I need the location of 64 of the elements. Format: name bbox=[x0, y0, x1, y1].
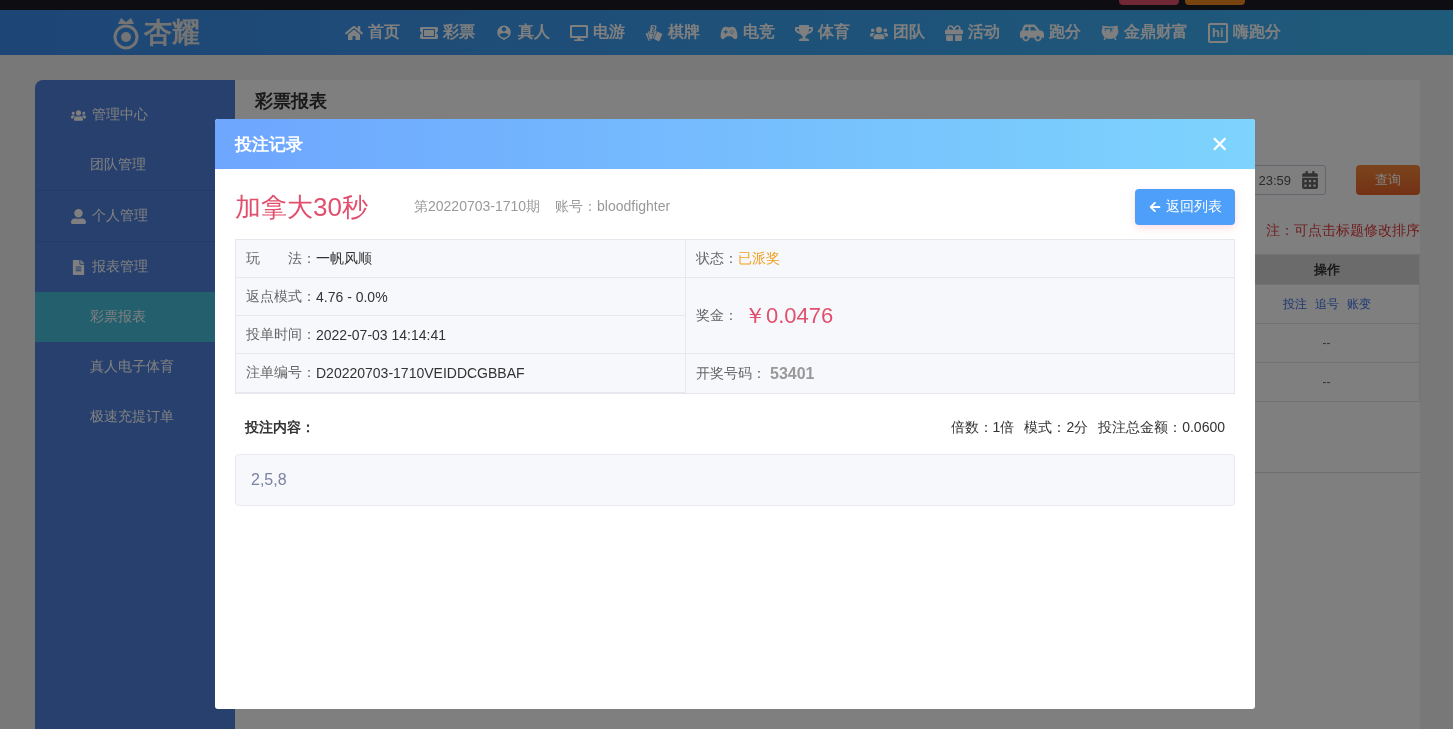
nav-item[interactable]: 真人 bbox=[495, 22, 550, 43]
table-link[interactable]: 投注 bbox=[1282, 295, 1307, 313]
close-button[interactable]: ✕ bbox=[1210, 131, 1229, 157]
query-button[interactable]: 查询 bbox=[1356, 165, 1420, 195]
sidebar-heading[interactable]: 个人管理 bbox=[92, 207, 148, 225]
period-number: 第20220703-1710期 bbox=[414, 198, 542, 216]
detail-label: 注单编号： bbox=[246, 364, 316, 382]
top-tab[interactable] bbox=[1119, 0, 1179, 5]
logo[interactable]: 杏耀 bbox=[110, 13, 345, 52]
nav-item[interactable]: 电竞 bbox=[720, 22, 775, 43]
bet-summary: 倍数：1倍 bbox=[950, 419, 1015, 437]
users-icon bbox=[71, 107, 86, 123]
table-link[interactable]: 追号 bbox=[1314, 295, 1339, 313]
detail-value: ￥0.0476 bbox=[744, 301, 834, 330]
user-icon bbox=[71, 208, 86, 224]
detail-label: 投单时间： bbox=[246, 325, 316, 344]
detail-label: 状态： bbox=[696, 249, 738, 268]
nav-item[interactable]: 体育 bbox=[795, 22, 850, 43]
detail-value: D20220703-1710VEIDDCGBBAF bbox=[316, 365, 525, 381]
nav-item[interactable]: 彩票 bbox=[420, 22, 475, 43]
detail-value: 53401 bbox=[770, 364, 815, 383]
detail-label: 开奖号码： bbox=[696, 364, 766, 383]
nav-item[interactable]: 活动 bbox=[945, 22, 1000, 43]
nav-item[interactable]: 团队 bbox=[870, 22, 925, 43]
sort-note: 注：可点击标题修改排序 bbox=[1266, 222, 1420, 240]
gift-icon bbox=[945, 23, 963, 42]
account-text: 账号：bloodfighter bbox=[555, 198, 671, 216]
nav-item[interactable]: 棋牌 bbox=[645, 22, 700, 43]
sidebar-heading[interactable]: 报表管理 bbox=[92, 258, 148, 276]
dialog-title: 投注记录 bbox=[235, 133, 303, 156]
detail-value: 4.76 - 0.0% bbox=[316, 288, 388, 305]
card-icon bbox=[645, 23, 663, 42]
detail-label: 玩 法： bbox=[246, 249, 316, 268]
arrow-left-icon bbox=[1148, 201, 1161, 213]
nav-item[interactable]: 电游 bbox=[570, 22, 625, 43]
calendar-icon bbox=[1301, 171, 1319, 189]
detail-label: 返点模式： bbox=[246, 287, 316, 306]
table-cell: -- bbox=[1322, 375, 1331, 389]
nav-item[interactable]: 金鼎财富 bbox=[1101, 22, 1188, 43]
back-button[interactable]: 返回列表 bbox=[1135, 189, 1235, 225]
home-icon bbox=[345, 23, 363, 42]
nav-item[interactable]: hi 嗨跑分 bbox=[1208, 22, 1281, 43]
top-tab[interactable] bbox=[1185, 0, 1245, 5]
page-title: 彩票报表 bbox=[255, 90, 327, 112]
game-name: 加拿大30秒 bbox=[235, 190, 369, 224]
detail-value: 已派奖 bbox=[738, 249, 780, 268]
table-link[interactable]: 账变 bbox=[1346, 295, 1371, 313]
person-icon bbox=[495, 23, 513, 42]
hi-badge-icon: hi bbox=[1208, 22, 1228, 43]
content-label: 投注内容： bbox=[245, 419, 315, 437]
nav-item[interactable]: 跑分 bbox=[1020, 20, 1081, 45]
bet-content: 2,5,8 bbox=[235, 454, 1235, 506]
table-cell: -- bbox=[1322, 336, 1331, 350]
detail-value: 2022-07-03 14:14:41 bbox=[316, 326, 446, 343]
detail-label: 奖金： bbox=[696, 306, 738, 325]
trophy-icon bbox=[795, 23, 813, 42]
sidebar-heading[interactable]: 管理中心 bbox=[92, 106, 148, 124]
cauldron-icon bbox=[1101, 23, 1119, 42]
bet-summary: 投注总金额：0.0600 bbox=[1098, 419, 1225, 437]
nav-item[interactable]: 首页 bbox=[345, 22, 400, 43]
monitor-icon bbox=[570, 23, 588, 42]
detail-value: 一帆风顺 bbox=[316, 249, 372, 268]
document-icon bbox=[71, 259, 86, 275]
bet-summary: 模式：2分 bbox=[1024, 419, 1089, 437]
